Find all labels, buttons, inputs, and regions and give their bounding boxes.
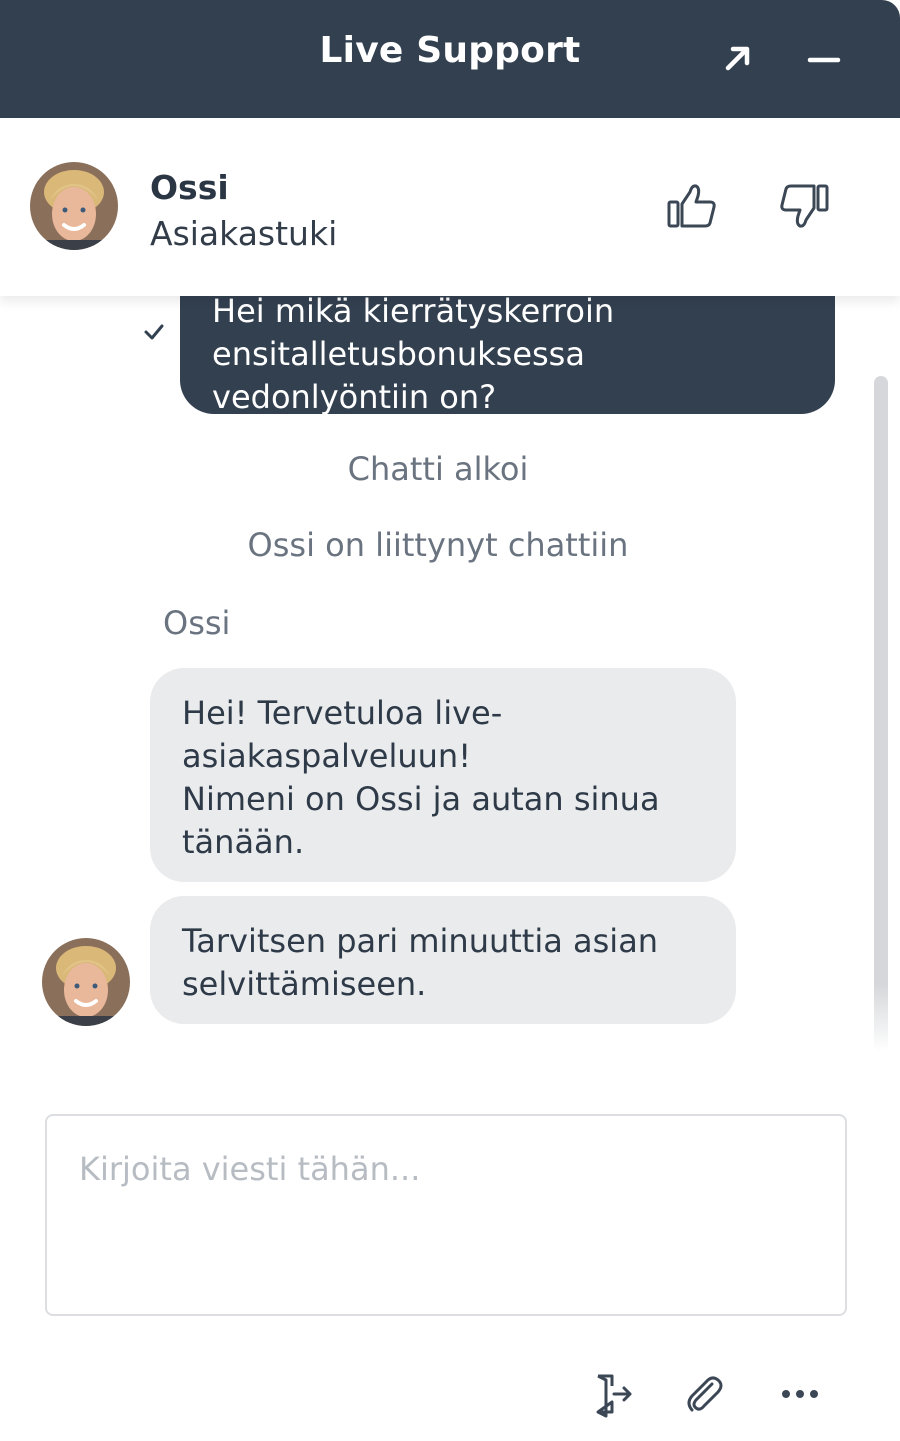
agent-avatar (30, 162, 118, 250)
popout-button[interactable] (716, 36, 760, 80)
thumbs-down-icon (780, 184, 829, 228)
end-chat-icon (596, 1374, 632, 1418)
agent-name: Ossi (150, 168, 229, 207)
message-text: Hei! Tervetuloa live-asiakaspalveluun! (182, 694, 503, 775)
minimize-button[interactable] (802, 36, 846, 80)
message-composer (45, 1114, 847, 1316)
paperclip-icon (687, 1376, 723, 1412)
end-chat-button[interactable] (588, 1370, 636, 1418)
more-options-button[interactable] (776, 1370, 824, 1418)
message-input[interactable] (47, 1116, 845, 1314)
check-icon (144, 324, 164, 340)
message-avatar (42, 938, 130, 1026)
thumbs-up-icon (667, 184, 716, 228)
system-message: Ossi on liittynyt chattiin (247, 526, 629, 564)
agent-message-bubble: Tarvitsen pari minuuttia asian selvittäm… (150, 896, 736, 1024)
minus-icon (807, 57, 841, 63)
scrollbar[interactable] (874, 376, 888, 1052)
agent-role: Asiakastuki (150, 214, 338, 253)
message-list[interactable]: Hei mikä kierrätyskerroin ensitalletusbo… (0, 296, 900, 1086)
rate-positive-button[interactable] (664, 178, 720, 234)
attach-button[interactable] (680, 1370, 728, 1418)
more-icon (782, 1390, 818, 1398)
message-text: Tarvitsen pari minuuttia asian selvittäm… (182, 922, 659, 1003)
rate-negative-button[interactable] (776, 178, 832, 234)
chat-title: Live Support (319, 30, 581, 71)
system-message: Chatti alkoi (347, 450, 529, 488)
chat-header: Live Support (0, 0, 900, 118)
message-text: Nimeni on Ossi ja autan sinua tänään. (182, 780, 660, 861)
user-message-bubble: Hei mikä kierrätyskerroin ensitalletusbo… (180, 296, 835, 416)
sender-label: Ossi (163, 604, 231, 642)
agent-info-bar: Ossi Asiakastuki (0, 118, 900, 296)
arrow-up-right-icon (725, 46, 750, 71)
agent-message-bubble: Hei! Tervetuloa live-asiakaspalveluun! N… (150, 668, 736, 882)
